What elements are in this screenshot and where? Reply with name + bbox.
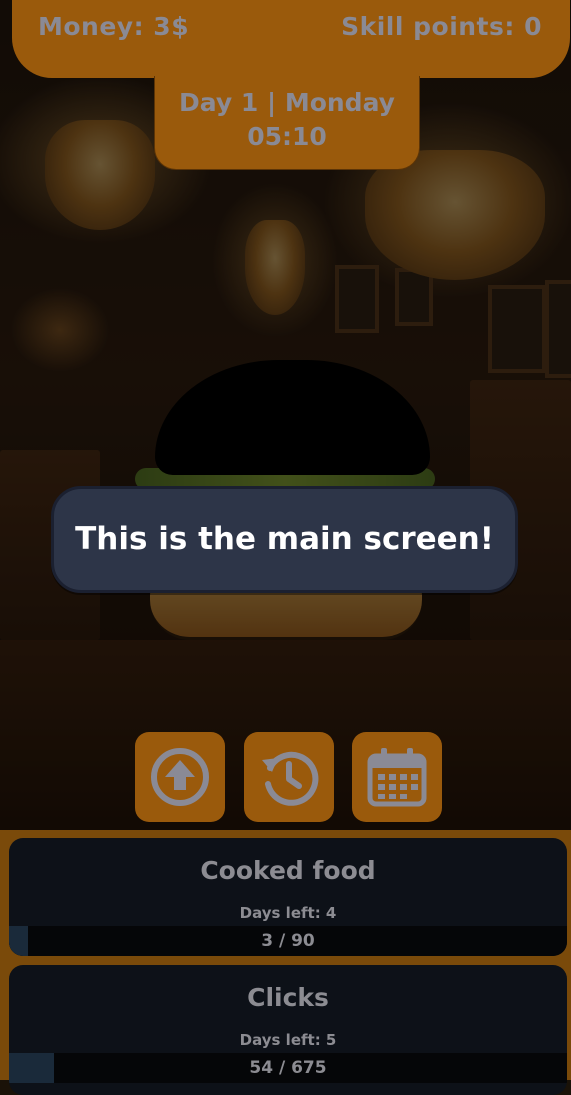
day-label: Day 1 | Monday	[179, 88, 395, 117]
top-status-bar: Money: 3$ Skill points: 0	[12, 0, 570, 78]
skill-points-label: Skill points: 0	[341, 12, 542, 41]
calendar-icon	[367, 748, 427, 807]
quest-days-left: Days left: 4	[239, 904, 337, 922]
money-label: Money: 3$	[38, 12, 190, 41]
quest-days-left: Days left: 5	[239, 1031, 337, 1049]
quest-title: Clicks	[247, 983, 329, 1012]
day-time-panel: Day 1 | Monday 05:10	[154, 76, 420, 170]
tutorial-tooltip[interactable]: This is the main screen!	[51, 486, 518, 593]
calendar-button[interactable]	[352, 732, 442, 822]
quest-title: Cooked food	[200, 856, 376, 885]
upgrade-button[interactable]	[135, 732, 225, 822]
history-clock-icon	[262, 751, 319, 806]
tutorial-message: This is the main screen!	[75, 521, 494, 557]
quest-progress-text: 54 / 675	[249, 1058, 327, 1078]
quest-progress-bar: 3 / 90	[9, 926, 567, 956]
upgrade-arrow-icon	[151, 748, 209, 806]
quest-progress-bar: 54 / 675	[9, 1053, 567, 1083]
quest-card-clicks[interactable]: Clicks Days left: 5 54 / 675	[9, 965, 567, 1095]
quest-progress-text: 3 / 90	[261, 931, 315, 951]
quest-card-cooked-food[interactable]: Cooked food Days left: 4 3 / 90	[9, 838, 567, 956]
history-button[interactable]	[244, 732, 334, 822]
quests-panel: Cooked food Days left: 4 3 / 90 Clicks D…	[0, 830, 571, 1095]
time-label: 05:10	[247, 122, 327, 151]
